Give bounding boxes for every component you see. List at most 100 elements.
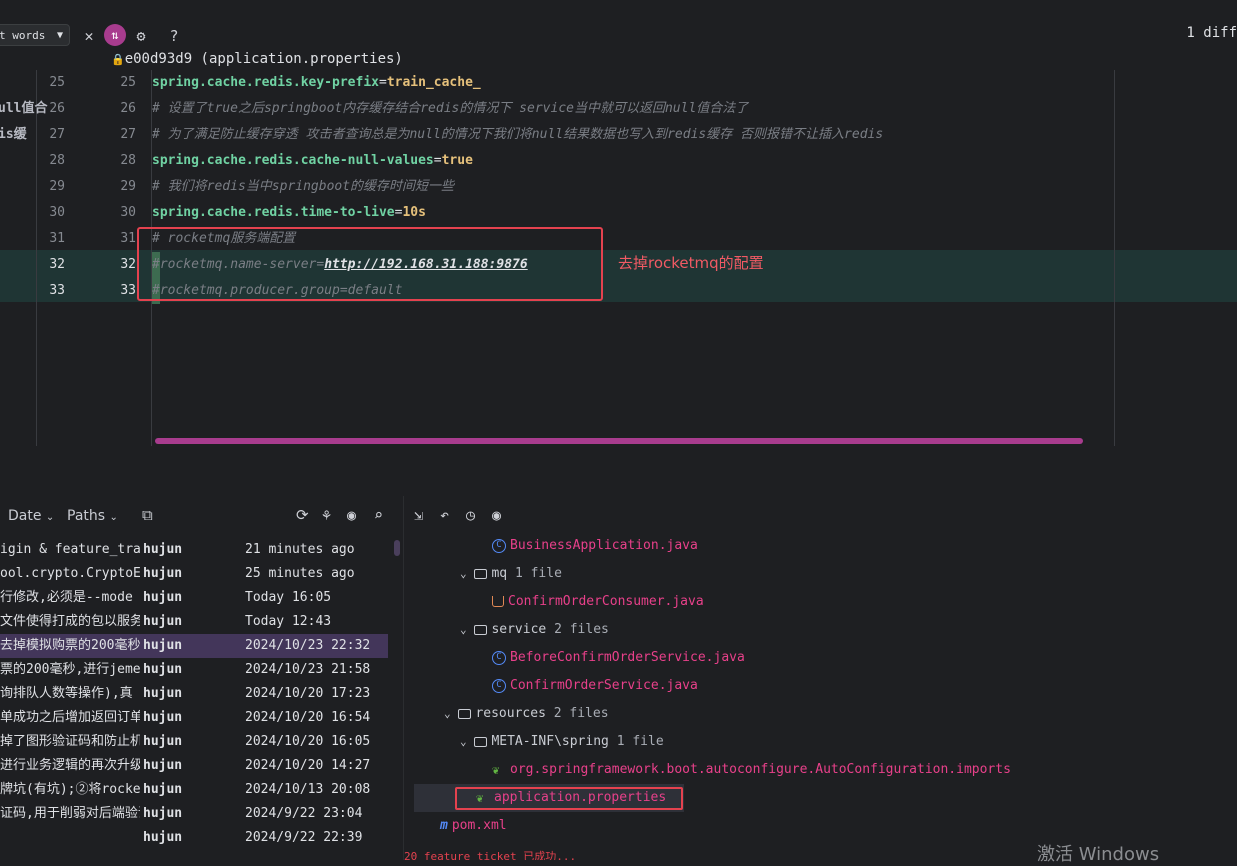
search-icon[interactable]: ⌕	[374, 506, 383, 524]
code-line[interactable]: # 我们将redis当中springboot的缓存时间短一些	[152, 174, 454, 200]
horizontal-scrollbar[interactable]	[155, 438, 1083, 444]
commit-row[interactable]: hujun 2024/9/22 22:39	[0, 826, 388, 850]
chevron-down-icon: ▼	[56, 30, 63, 41]
commit-date: 2024/10/20 16:54	[245, 710, 371, 725]
folder-name: META-INF\spring	[491, 734, 609, 749]
cherry-pick-icon[interactable]: ⚘	[322, 506, 331, 524]
commit-log-list[interactable]: igin & feature_trai…hujun 21 minutes ago o…	[0, 538, 400, 860]
code-line[interactable]: spring.cache.redis.time-to-live=10s	[152, 200, 426, 226]
revision-text: e00d93d9 (application.properties)	[124, 51, 403, 67]
history-icon[interactable]: ◷	[466, 506, 475, 524]
commit-message: 票的200毫秒,进行jeme	[0, 662, 140, 677]
commit-row[interactable]: 进行业务逻辑的再次升级老hujun 2024/10/20 14:27	[0, 754, 388, 778]
tree-folder[interactable]: ⌄ service 2 files	[460, 616, 609, 644]
expand-icon[interactable]: ⇲	[414, 506, 423, 524]
commit-author: hujun	[143, 830, 183, 845]
file-name: BeforeConfirmOrderService.java	[510, 650, 745, 665]
commit-row[interactable]: ool.crypto.CryptoE hujun 25 minutes ago	[0, 562, 388, 586]
comment-text: # 为了满足防止缓存穿透 攻击者查询总是为null的情况下我们将null结果数据…	[152, 127, 884, 142]
folder-name: resources	[475, 706, 546, 721]
commit-author: hujun	[143, 590, 183, 605]
diff-editor[interactable]: ull值合 is缓 25 26 27 28 29 30 31 32 33 25 26 27 28 29 3…	[0, 70, 1237, 446]
commit-date: 2024/10/23 22:32	[245, 638, 371, 653]
gear-icon[interactable]: ⚙	[131, 26, 151, 46]
chevron-down-icon[interactable]: ⌄	[460, 735, 467, 748]
file-count: 1 file	[616, 734, 664, 749]
commit-message: 进行业务逻辑的再次升级老	[0, 758, 140, 773]
word-mode-select[interactable]: t words ▼	[0, 24, 70, 46]
commit-date: 2024/10/20 16:05	[245, 734, 371, 749]
refresh-icon[interactable]: ⟳	[296, 506, 309, 524]
new-tab-icon[interactable]: ⧉	[142, 506, 153, 524]
commit-row[interactable]: 去掉模拟购票的200毫秒 hujun 2024/10/23 22:32	[0, 634, 388, 658]
line-number: 28	[49, 153, 65, 168]
date-filter[interactable]: Date ⌄	[8, 508, 54, 524]
diff-count: 1 diff	[1186, 25, 1237, 41]
help-icon[interactable]: ?	[164, 26, 184, 46]
folder-icon	[474, 568, 488, 579]
line-number: 29	[49, 179, 65, 194]
commit-row[interactable]: 牌坑(有坑);②将rocket hujun 2024/10/13 20:08	[0, 778, 388, 802]
file-count: 2 files	[553, 706, 609, 721]
tree-file[interactable]: C BusinessApplication.java	[492, 532, 698, 560]
commit-author: hujun	[143, 614, 183, 629]
file-name: pom.xml	[451, 818, 507, 833]
commit-row[interactable]: 掉了图形验证码和防止机 hujun 2024/10/20 16:05	[0, 730, 388, 754]
lock-icon: 🔒	[111, 53, 125, 66]
commit-row[interactable]: 单成功之后增加返回订单 hujun 2024/10/20 16:54	[0, 706, 388, 730]
commit-row[interactable]: 询排队人数等操作),真 hujun 2024/10/20 17:23	[0, 682, 388, 706]
line-number: 25	[49, 75, 65, 90]
tree-file[interactable]: C BeforeConfirmOrderService.java	[492, 644, 745, 672]
eye-icon[interactable]: ◉	[492, 506, 501, 524]
commit-row[interactable]: igin & feature_trai…hujun 21 minutes ago	[0, 538, 388, 562]
commit-date: 2024/9/22 22:39	[245, 830, 363, 845]
sync-scroll-icon[interactable]: ⇅	[104, 24, 126, 46]
chevron-down-icon[interactable]: ⌄	[460, 567, 467, 580]
tree-folder[interactable]: ⌄ mq 1 file	[460, 560, 562, 588]
commit-row[interactable]: 行修改,必须是--mode ¦ hujun Today 16:05	[0, 586, 388, 610]
comment-text: # 设置了true之后springboot内存缓存结合redis的情况下 ser…	[152, 101, 749, 116]
tree-folder[interactable]: ⌄ META-INF\spring 1 file	[460, 728, 664, 756]
chevron-down-icon: ⌄	[109, 512, 118, 523]
chevron-down-icon[interactable]: ⌄	[460, 623, 467, 636]
line-number: 29	[120, 179, 136, 194]
changed-files-tree[interactable]: C BusinessApplication.java ⌄ mq 1 file Conf…	[404, 532, 1237, 860]
commit-date: 21 minutes ago	[245, 542, 355, 557]
code-line[interactable]: # 设置了true之后springboot内存缓存结合redis的情况下 ser…	[152, 96, 748, 122]
tree-folder[interactable]: ⌄ resources 2 files	[444, 700, 609, 728]
folder-name: mq	[491, 566, 508, 581]
diff-toolbar: t words ▼ ✕ ⇅ ⚙ ? 1 diff	[0, 20, 1237, 50]
log-scrollbar[interactable]	[394, 540, 400, 556]
tree-file[interactable]: ConfirmOrderConsumer.java	[492, 588, 704, 616]
collapse-icon[interactable]: ✕	[79, 26, 99, 46]
commit-message: 去掉模拟购票的200毫秒	[0, 638, 140, 653]
folder-icon	[474, 624, 488, 635]
commit-date: Today 12:43	[245, 614, 332, 629]
folder-icon	[458, 708, 472, 719]
code-line[interactable]: # 为了满足防止缓存穿透 攻击者查询总是为null的情况下我们将null结果数据…	[152, 122, 883, 148]
commit-author: hujun	[143, 734, 183, 749]
chevron-down-icon: ⌄	[45, 512, 55, 523]
code-line[interactable]: spring.cache.redis.cache-null-values=tru…	[152, 148, 473, 174]
paths-filter[interactable]: Paths ⌄	[67, 508, 118, 524]
tree-file[interactable]: m pom.xml	[440, 812, 507, 840]
line-number: 25	[120, 75, 136, 90]
commit-row[interactable]: 票的200毫秒,进行jeme hujun 2024/10/23 21:58	[0, 658, 388, 682]
log-toolbar: Date ⌄ Paths ⌄ ⧉ ⟳ ⚘ ◉ ⌕	[0, 504, 400, 530]
line-number: 31	[120, 231, 136, 246]
equals-sign: =	[378, 75, 387, 90]
commit-author: hujun	[143, 758, 183, 773]
undo-icon[interactable]: ↶	[440, 506, 449, 524]
code-line[interactable]: spring.cache.redis.key-prefix=train_cach…	[152, 70, 481, 96]
commit-row[interactable]: 证码,用于削弱对后端验证 hujun 2024/9/22 23:04	[0, 802, 388, 826]
commit-author: hujun	[143, 710, 183, 725]
class-icon: C	[492, 650, 506, 665]
tree-file[interactable]: ❦ org.springframework.boot.autoconfigure.…	[492, 756, 1011, 784]
line-number: 27	[49, 127, 65, 142]
chevron-down-icon[interactable]: ⌄	[444, 707, 451, 720]
eye-icon[interactable]: ◉	[347, 506, 356, 524]
line-number: 31	[49, 231, 65, 246]
commit-row[interactable]: 文件使得打成的包以服务 hujun Today 12:43	[0, 610, 388, 634]
tree-file[interactable]: C ConfirmOrderService.java	[492, 672, 698, 700]
spring-leaf-icon: ❦	[492, 762, 500, 777]
